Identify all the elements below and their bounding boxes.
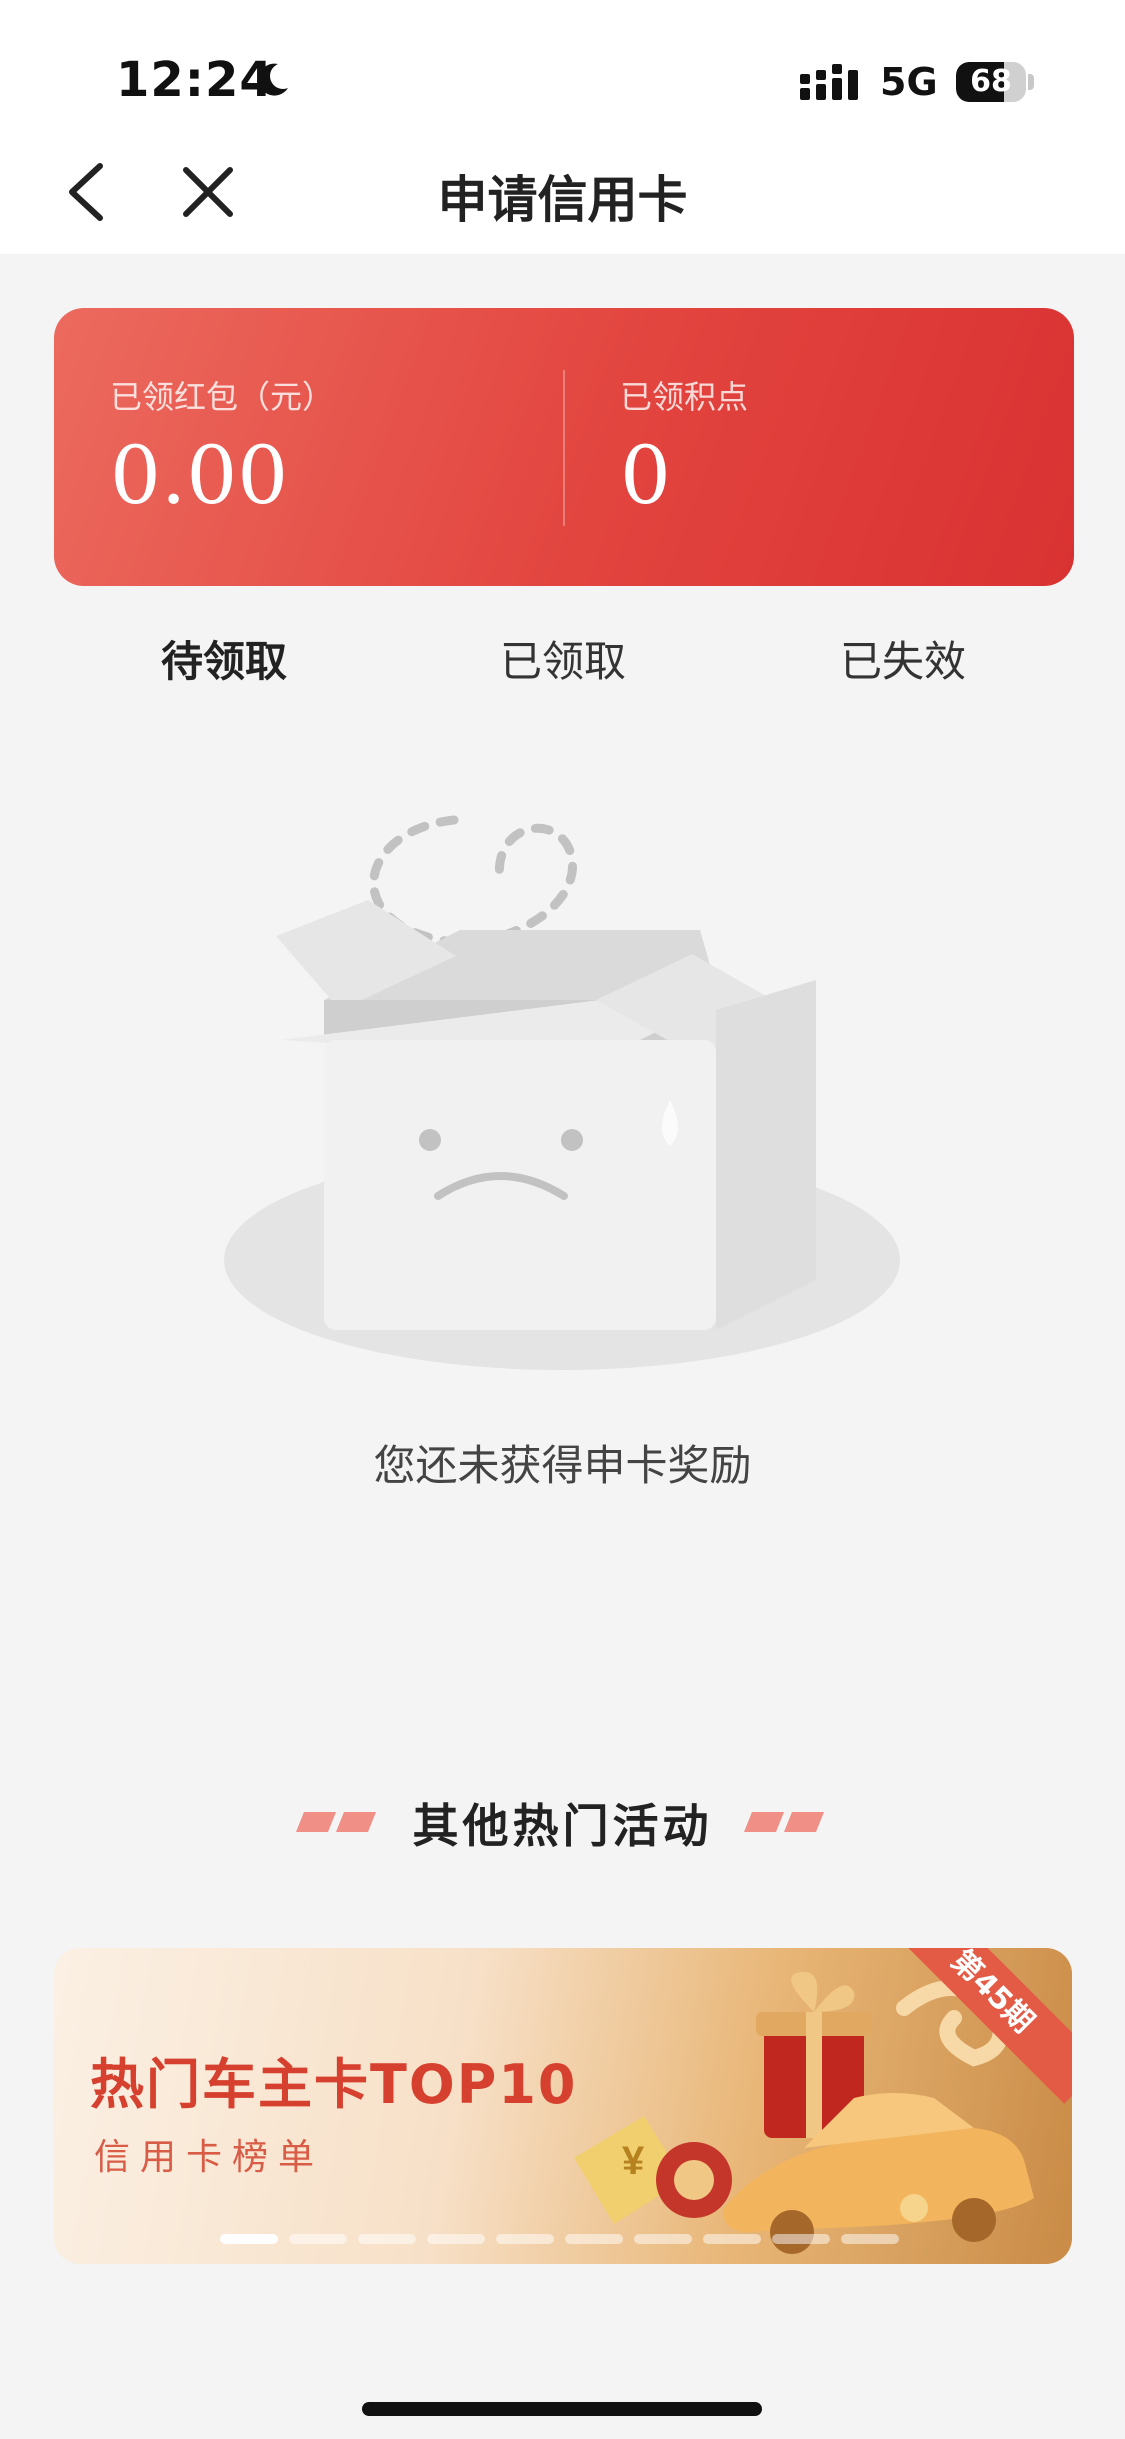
battery-icon: 68	[956, 62, 1026, 102]
tab-expired[interactable]: 已失效	[733, 628, 1073, 689]
banner-subtitle: 信用卡榜单	[94, 2137, 325, 2178]
title-deco-right-icon	[744, 1812, 824, 1832]
carousel-dot[interactable]	[496, 2234, 554, 2244]
carousel-dot[interactable]	[841, 2234, 899, 2244]
red-packet-value: 0.00	[110, 429, 289, 522]
carousel-dot[interactable]	[358, 2234, 416, 2244]
carousel-dot[interactable]	[703, 2234, 761, 2244]
svg-text:¥: ¥	[622, 2139, 645, 2183]
tab-received[interactable]: 已领取	[393, 628, 733, 689]
section-title: 其他热门活动	[412, 1799, 713, 1853]
carousel-dot[interactable]	[634, 2234, 692, 2244]
home-indicator	[362, 2402, 762, 2416]
carousel-dot[interactable]	[772, 2234, 830, 2244]
tab-pending[interactable]: 待领取	[54, 628, 394, 689]
moon-icon	[258, 63, 288, 96]
points-value: 0	[620, 429, 671, 522]
top-bar: 12:24 5G 68 申请信用卡	[0, 0, 1125, 254]
battery-level: 68	[970, 64, 1012, 99]
network-type: 5G	[880, 60, 938, 104]
red-packet-label: 已领红包（元）	[110, 378, 335, 416]
points-label: 已领积点	[620, 378, 749, 416]
points-summary: 已领积点 0	[620, 372, 748, 516]
empty-box-illustration	[224, 815, 900, 1370]
signal-icon	[800, 64, 858, 100]
carousel-dot[interactable]	[289, 2234, 347, 2244]
empty-state-message: 您还未获得申卡奖励	[373, 1441, 752, 1490]
section-header: 其他热门活动	[0, 1790, 1125, 1853]
banner-title: 热门车主卡TOP10	[90, 2053, 578, 2116]
carousel-dot[interactable]	[220, 2234, 278, 2244]
carousel-dot[interactable]	[565, 2234, 623, 2244]
status-time: 12:24	[116, 52, 274, 108]
battery-tip	[1028, 74, 1034, 90]
page-title: 申请信用卡	[437, 171, 688, 229]
red-packet-summary: 已领红包（元） 0.00	[110, 372, 334, 516]
carousel-dot[interactable]	[427, 2234, 485, 2244]
reward-tabs: 待领取 已领取 已失效	[0, 628, 1125, 698]
promo-banner[interactable]: 热门车主卡TOP10 信用卡榜单 ¥ 第45期	[54, 1948, 1072, 2264]
rewards-summary-card: 已领红包（元） 0.00 已领积点 0	[54, 308, 1074, 586]
summary-divider	[563, 370, 565, 526]
